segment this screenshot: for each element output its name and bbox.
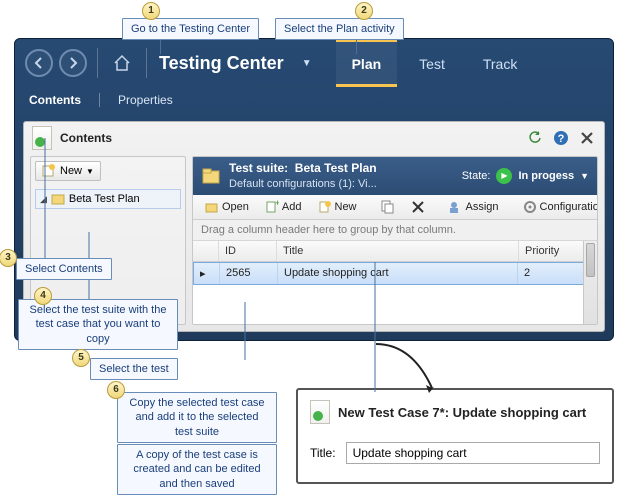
divider bbox=[146, 48, 147, 78]
grid-header: ID Title Priority bbox=[193, 241, 597, 262]
step-badge-5: 5 bbox=[72, 349, 90, 367]
callout-5: Select the test bbox=[90, 358, 178, 380]
new-test-case-panel: New Test Case 7*: Update shopping cart T… bbox=[296, 388, 614, 484]
step-badge-6: 6 bbox=[107, 381, 125, 399]
chevron-down-icon: ▼ bbox=[86, 167, 94, 176]
panel-header: Contents ? bbox=[24, 122, 604, 154]
cell-id: 2565 bbox=[220, 263, 278, 284]
new-test-case-heading: New Test Case 7*: Update shopping cart bbox=[338, 405, 586, 420]
new-label: New bbox=[335, 201, 357, 213]
configurations-label: Configurations bbox=[540, 201, 598, 213]
state-label: State: bbox=[462, 170, 491, 182]
callout-6: Copy the selected test case and add it t… bbox=[117, 392, 277, 443]
vertical-scrollbar[interactable] bbox=[583, 241, 597, 324]
add-icon: + bbox=[265, 200, 279, 214]
group-hint[interactable]: Drag a column header here to group by th… bbox=[193, 220, 597, 241]
svg-text:?: ? bbox=[558, 133, 565, 145]
open-label: Open bbox=[222, 201, 249, 213]
title-field-label: Title: bbox=[310, 446, 336, 460]
callout-3: Select Contents bbox=[16, 258, 112, 280]
subtab-contents[interactable]: Contents bbox=[25, 90, 85, 110]
divider bbox=[97, 48, 98, 78]
svg-text:+: + bbox=[275, 200, 279, 208]
chevron-down-icon[interactable]: ▼ bbox=[580, 171, 589, 181]
assign-button[interactable]: Assign bbox=[443, 197, 505, 217]
refresh-icon[interactable] bbox=[526, 129, 544, 147]
tab-plan[interactable]: Plan bbox=[336, 39, 398, 87]
scrollbar-thumb[interactable] bbox=[586, 243, 595, 277]
titlebar: Testing Center ▼ Plan Test Track bbox=[15, 39, 613, 87]
new-label: New bbox=[60, 165, 82, 177]
step-badge-2: 2 bbox=[355, 2, 373, 20]
col-id[interactable]: ID bbox=[219, 241, 277, 261]
suite-title-name: Beta Test Plan bbox=[295, 161, 377, 175]
play-icon: ▶ bbox=[496, 168, 512, 184]
assign-icon bbox=[449, 200, 463, 214]
tree-item-beta-test-plan[interactable]: ◢ Beta Test Plan bbox=[35, 189, 181, 209]
suite-header: Test suite: Beta Test Plan Default confi… bbox=[193, 157, 597, 195]
panel-title: Contents bbox=[60, 131, 112, 145]
forward-button[interactable] bbox=[59, 49, 87, 77]
step-badge-4: 4 bbox=[34, 287, 52, 305]
table-row[interactable]: ▸ 2565 Update shopping cart 2 bbox=[193, 262, 597, 285]
row-indicator: ▸ bbox=[194, 263, 220, 284]
app-title-dropdown-icon[interactable]: ▼ bbox=[302, 58, 312, 69]
back-button[interactable] bbox=[25, 49, 53, 77]
assign-label: Assign bbox=[466, 201, 499, 213]
delete-icon bbox=[411, 200, 425, 214]
cell-title: Update shopping cart bbox=[278, 263, 518, 284]
col-title[interactable]: Title bbox=[277, 241, 519, 261]
divider bbox=[99, 93, 100, 107]
folder-icon bbox=[201, 166, 221, 186]
close-icon[interactable] bbox=[578, 129, 596, 147]
home-button[interactable] bbox=[108, 49, 136, 77]
app-title[interactable]: Testing Center bbox=[159, 53, 284, 74]
folder-icon bbox=[51, 192, 65, 206]
state-value[interactable]: In progess bbox=[518, 170, 574, 182]
col-indicator[interactable] bbox=[193, 241, 219, 261]
delete-button[interactable] bbox=[405, 197, 431, 217]
app-window: Testing Center ▼ Plan Test Track Content… bbox=[14, 38, 614, 341]
suite-pane: Test suite: Beta Test Plan Default confi… bbox=[192, 156, 598, 325]
toolbar: Open +Add New Assign Configurations bbox=[193, 195, 597, 220]
callout-4: Select the test suite with the test case… bbox=[18, 299, 178, 350]
gear-icon bbox=[523, 200, 537, 214]
configurations-button[interactable]: Configurations bbox=[517, 197, 598, 217]
callout-1: Go to the Testing Center bbox=[122, 18, 259, 40]
new-icon bbox=[318, 200, 332, 214]
callout-2: Select the Plan activity bbox=[275, 18, 404, 40]
test-case-icon bbox=[310, 400, 330, 424]
add-label: Add bbox=[282, 201, 302, 213]
copy-icon bbox=[381, 200, 395, 214]
open-button[interactable]: Open bbox=[199, 197, 255, 217]
subtab-bar: Contents Properties bbox=[15, 87, 613, 113]
subtab-properties[interactable]: Properties bbox=[114, 90, 177, 110]
grid: ID Title Priority ▸ 2565 Update shopping… bbox=[193, 241, 597, 324]
title-input[interactable] bbox=[346, 442, 600, 464]
add-button[interactable]: +Add bbox=[259, 197, 308, 217]
new-button[interactable]: New bbox=[312, 197, 363, 217]
tab-track[interactable]: Track bbox=[467, 39, 533, 87]
copy-button[interactable] bbox=[375, 197, 401, 217]
tab-test[interactable]: Test bbox=[403, 39, 461, 87]
help-icon[interactable]: ? bbox=[552, 129, 570, 147]
arrow-to-newcase bbox=[372, 340, 452, 398]
suite-subtitle: Default configurations (1): Vi... bbox=[229, 177, 454, 191]
suite-title-prefix: Test suite: bbox=[229, 161, 288, 175]
step-badge-1: 1 bbox=[142, 2, 160, 20]
open-icon bbox=[205, 200, 219, 214]
tree-item-label: Beta Test Plan bbox=[69, 193, 140, 205]
callout-note: A copy of the test case is created and c… bbox=[117, 444, 277, 495]
